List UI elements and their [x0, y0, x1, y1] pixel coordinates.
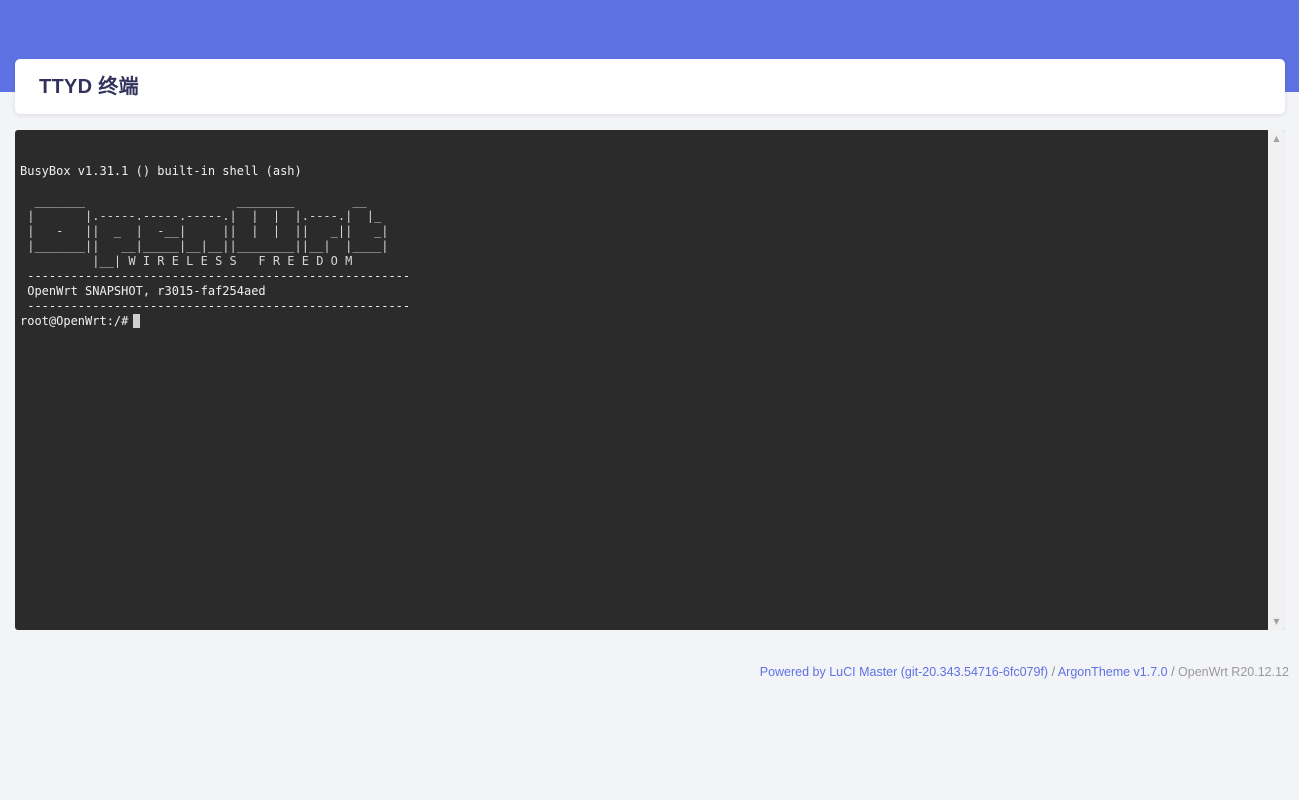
terminal-line: ----------------------------------------… — [20, 269, 411, 283]
footer-separator: / — [1048, 665, 1058, 679]
luci-link[interactable]: Powered by LuCI Master (git-20.343.54716… — [760, 665, 1048, 679]
openwrt-version: OpenWrt R20.12.12 — [1178, 665, 1289, 679]
page-title: TTYD 终端 — [39, 76, 139, 98]
terminal-logo-line: | - || _ | -__| || | | || _|| _| — [20, 224, 389, 238]
footer: Powered by LuCI Master (git-20.343.54716… — [760, 665, 1289, 679]
terminal-prompt-line[interactable]: root@OpenWrt:/# — [20, 314, 141, 329]
terminal-line: BusyBox v1.31.1 () built-in shell (ash) — [20, 164, 302, 178]
terminal-scrollbar[interactable]: ▲ ▼ — [1268, 130, 1285, 630]
title-card: TTYD 终端 — [15, 59, 1285, 114]
terminal-logo-line: |_______|| __|_____|__|__||________||__|… — [20, 239, 389, 253]
terminal-line: OpenWrt SNAPSHOT, r3015-faf254aed — [20, 284, 266, 298]
terminal-window[interactable]: BusyBox v1.31.1 () built-in shell (ash) … — [15, 130, 1285, 630]
terminal-line: ----------------------------------------… — [20, 299, 411, 313]
terminal-prompt: root@OpenWrt:/# — [20, 314, 129, 328]
terminal-logo-line: | |.-----.-----.-----.| | | |.----.| |_ — [20, 209, 382, 223]
footer-separator: / — [1167, 665, 1179, 679]
triangle-down-icon[interactable]: ▼ — [1268, 613, 1285, 630]
argon-theme-link[interactable]: ArgonTheme v1.7.0 — [1058, 665, 1168, 679]
terminal-screen[interactable]: BusyBox v1.31.1 () built-in shell (ash) … — [20, 130, 1265, 630]
terminal-logo-line: |__| W I R E L E S S F R E E D O M — [20, 254, 353, 268]
terminal-logo-line: _______ ________ __ — [20, 194, 367, 208]
terminal-cursor — [133, 314, 141, 328]
triangle-up-icon[interactable]: ▲ — [1268, 130, 1285, 147]
